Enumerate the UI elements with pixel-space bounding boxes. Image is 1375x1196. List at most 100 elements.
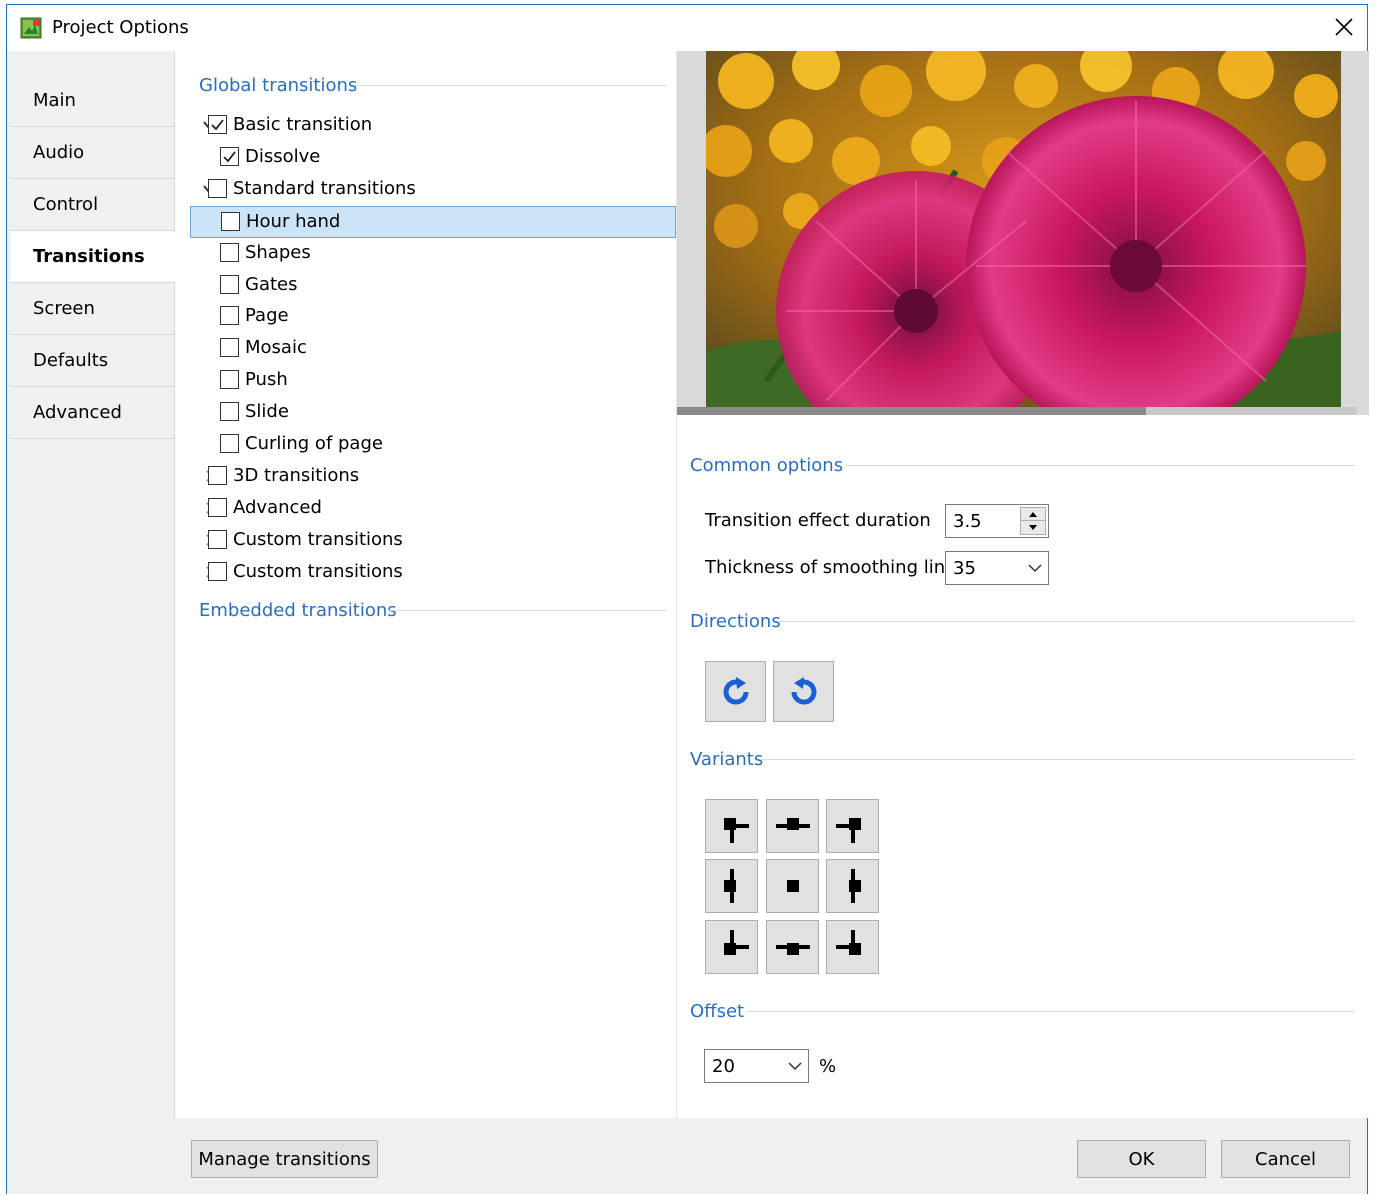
tree-item[interactable]: Hour hand [190,205,676,238]
tree-item-checkbox[interactable] [208,561,227,581]
variant-middle-left-icon [723,869,736,903]
clockwise-icon [723,676,749,705]
tree-item-label: Basic transition [233,114,373,135]
tree-item-checkbox[interactable] [220,338,239,358]
tree-item-checkbox[interactable] [208,115,227,134]
variant-bottom-left-icon [723,930,749,955]
tree-item[interactable]: Gates [190,270,676,302]
manage-transitions-button[interactable]: Manage transitions [191,1140,378,1178]
variant-top-left-button[interactable] [705,799,758,853]
variant-middle-right-button[interactable] [826,859,879,913]
tree-item-checkbox[interactable] [220,306,239,326]
tree-item-label: Custom transitions [233,528,403,550]
window-title: Project Options [52,17,189,38]
close-button[interactable] [1321,5,1367,49]
tree-item-label: 3D transitions [233,464,360,486]
sidebar-item-audio[interactable]: Audio [10,127,175,179]
variant-middle-left-button[interactable] [705,859,758,913]
divider [845,465,1355,466]
check-icon [211,119,224,131]
tree-item-checkbox[interactable] [220,274,239,294]
variant-center-icon [786,880,799,892]
tree-item-checkbox[interactable] [220,434,239,453]
sidebar-item-main[interactable]: Main [10,75,175,127]
ok-button[interactable]: OK [1077,1140,1206,1178]
divider [780,621,1355,622]
close-icon [1335,18,1353,36]
divider [748,1011,1355,1012]
tree-item[interactable]: 3D transitions [190,461,676,493]
variants-header: Variants [690,749,764,770]
global-transitions-header: Global transitions [199,75,358,96]
dialog-footer: Manage transitions OK Cancel [7,1118,1367,1194]
tree-item[interactable]: Basic transition [190,110,676,142]
tree-item-checkbox[interactable] [208,465,227,485]
tree-item[interactable]: Mosaic [190,333,676,365]
tree-item-label: Gates [245,273,298,295]
tree-item-label: Slide [245,401,289,423]
divider [354,85,666,86]
tree-item[interactable]: Curling of page [190,429,676,461]
tree-item-label: Hour hand [246,210,341,232]
variant-center-button[interactable] [766,859,819,913]
preview-progress-bar[interactable] [677,407,1357,415]
tree-item-label: Standard transitions [233,177,416,199]
sidebar-item-control[interactable]: Control [10,179,175,231]
sidebar-item-transitions[interactable]: Transitions [10,231,176,283]
embedded-transitions-header: Embedded transitions [199,600,397,621]
tree-item-label: Page [245,305,289,327]
tree-item-checkbox[interactable] [208,178,227,198]
project-options-dialog: Project Options Main Audio Control Trans… [6,4,1369,1194]
variant-bottom-center-button[interactable] [766,920,819,974]
tree-item-checkbox[interactable] [220,402,239,422]
tree-item-label: Curling of page [245,433,383,454]
preview-image [706,51,1341,407]
thickness-label: Thickness of smoothing line [705,557,957,578]
cancel-button[interactable]: Cancel [1221,1140,1350,1178]
transitions-tree-panel: Global transitions Basic transition Disso… [176,51,676,1118]
thickness-combobox[interactable]: 35 [945,551,1049,585]
variant-bottom-right-button[interactable] [826,920,879,974]
counterclockwise-button[interactable] [773,661,834,722]
spin-up-icon[interactable] [1021,508,1045,521]
tree-item-checkbox[interactable] [220,146,239,166]
tree-item[interactable]: Page [190,301,676,333]
divider [761,759,1355,760]
sidebar-item-screen[interactable]: Screen [10,283,175,335]
tree-item[interactable]: Slide [190,397,676,429]
variant-bottom-left-button[interactable] [705,920,758,974]
tree-item[interactable]: Shapes [190,238,676,270]
divider [388,610,666,611]
tree-item[interactable]: Custom transitions [190,557,676,589]
variant-bottom-center-icon [775,943,810,955]
tree-item[interactable]: Push [190,365,676,397]
offset-unit: % [819,1056,837,1077]
sidebar-item-advanced[interactable]: Advanced [10,387,175,439]
tree-item[interactable]: Dissolve [190,142,676,174]
title-bar: Project Options [7,5,1367,51]
variant-top-center-button[interactable] [766,799,819,853]
clockwise-button[interactable] [705,661,766,722]
tree-item-checkbox[interactable] [208,497,227,517]
chevron-down-icon [1028,564,1042,573]
tree-item[interactable]: Advanced [190,493,676,525]
chevron-down-icon [788,1062,802,1071]
common-options-header: Common options [690,455,844,476]
tree-item-label: Advanced [233,496,322,518]
variant-top-right-button[interactable] [826,799,879,853]
tree-item-label: Shapes [245,241,311,263]
tree-item[interactable]: Standard transitions [190,174,676,206]
offset-combobox[interactable]: 20 [704,1049,809,1083]
tree-item-checkbox[interactable] [208,529,227,549]
sidebar-item-defaults[interactable]: Defaults [10,335,175,387]
duration-spinbox[interactable]: 3.5 [945,504,1049,538]
directions-header: Directions [690,611,781,632]
tree-item[interactable]: Custom transitions [190,525,676,557]
tree-item-checkbox[interactable] [221,211,240,231]
spin-down-icon[interactable] [1021,521,1045,534]
duration-label: Transition effect duration [705,510,931,531]
duration-spinner[interactable] [1020,507,1046,535]
tree-item-checkbox[interactable] [220,242,239,262]
tree-item-checkbox[interactable] [220,370,239,390]
variant-top-right-icon [835,818,861,843]
